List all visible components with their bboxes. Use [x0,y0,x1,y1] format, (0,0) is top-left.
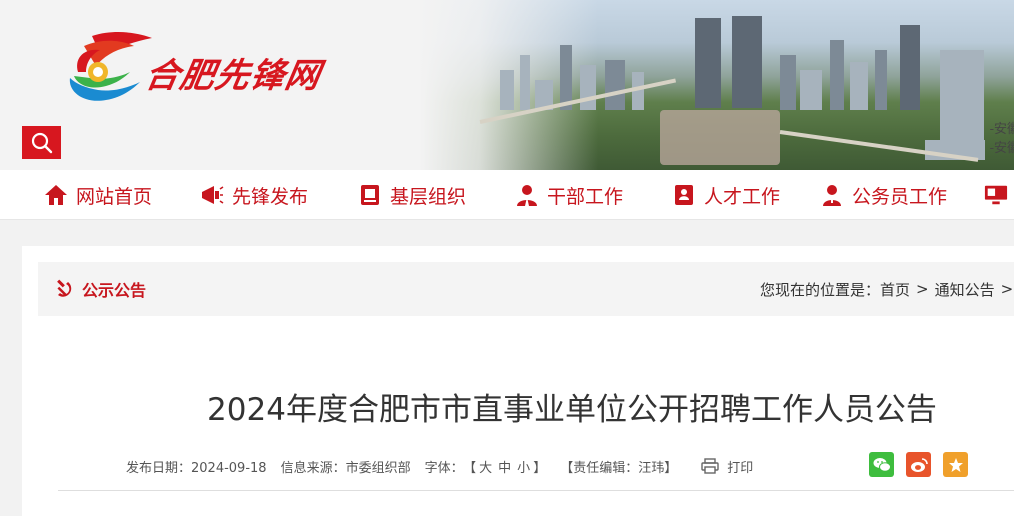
site-logo-text: 合肥先锋网 [141,56,324,96]
printer-icon [701,458,719,474]
print-label: 打印 [727,460,754,476]
breadcrumb-label: 您现在的位置是： [760,280,881,299]
nav-item-talent[interactable]: 人才工作 [672,170,780,220]
nav-item-cadre[interactable]: 干部工作 [515,170,623,220]
main-nav: 网站首页 先锋发布 基层组织 干部工作 人才工作 公务员工作 [0,170,1014,220]
font-size-medium-button[interactable]: 中 [498,461,511,476]
weibo-icon [910,457,928,472]
info-source-value: 市委组织部 [345,460,411,476]
breadcrumb-separator: > [916,280,929,298]
print-button[interactable]: 打印 [701,457,753,476]
site-header: -安徽 -安徽 合肥先锋网 [0,0,1014,170]
nav-label-grassroots: 基层组织 [390,185,467,208]
responsible-editor: 【责任编辑：汪玮】 [560,460,678,476]
monitor-icon [984,183,1008,207]
megaphone-icon [200,183,224,207]
font-bracket-open: 【 [469,460,477,476]
favorite-icon [948,457,963,472]
nav-item-pioneer-release[interactable]: 先锋发布 [200,170,308,220]
content-card: 公示公告 您现在的位置是： 首页 > 通知公告 > 2024年度合肥市市直事业单… [22,246,1014,516]
nav-item-home[interactable]: 网站首页 [44,170,152,220]
section-header-bar: 公示公告 您现在的位置是： 首页 > 通知公告 > [38,262,1014,316]
info-source: 信息来源：市委组织部 [281,457,411,476]
share-weibo-button[interactable] [906,452,931,477]
nav-label-talent: 人才工作 [704,185,781,208]
banner-caption-1: -安徽 [989,122,1014,137]
meta-divider [58,490,1014,491]
nav-item-grassroots[interactable]: 基层组织 [358,170,466,220]
search-icon [31,132,52,153]
party-book-icon [358,183,382,207]
publish-date: 发布日期：2024-09-18 [126,457,267,476]
civil-servant-icon [820,183,844,207]
section-title-label: 公示公告 [82,281,147,300]
nav-label-cadre: 干部工作 [547,185,624,208]
hammer-sickle-icon [57,279,72,297]
logo-icon [69,32,152,101]
font-size-large-button[interactable]: 大 [479,461,492,476]
article-meta: 发布日期：2024-09-18 信息来源：市委组织部 字体： 【大中小】 【责任编… [126,451,767,481]
city-skyline-banner: -安徽 -安徽 [420,0,1014,170]
wechat-icon [873,457,891,472]
breadcrumb-home-link[interactable]: 首页 [880,279,910,300]
share-wechat-button[interactable] [869,452,894,477]
nav-item-civil-servant[interactable]: 公务员工作 [820,170,947,220]
font-size-small-button[interactable]: 小 [517,461,530,476]
breadcrumb: 您现在的位置是： 首页 > 通知公告 > [760,262,1014,316]
font-bracket-close: 】 [533,460,547,476]
font-size-control: 字体： 【大中小】 [425,457,547,476]
nav-label-civil-servant: 公务员工作 [852,185,948,208]
cadre-icon [515,183,539,207]
talent-icon [672,183,696,207]
font-size-label: 字体： [424,460,464,476]
nav-label-home: 网站首页 [76,185,153,208]
share-favorite-button[interactable] [943,452,968,477]
article-title: 2024年度合肥市市直事业单位公开招聘工作人员公告 [207,392,937,428]
search-button[interactable] [22,126,61,159]
publish-date-value: 2024-09-18 [191,460,267,476]
info-source-label: 信息来源： [280,460,346,476]
breadcrumb-separator: > [1000,280,1014,298]
breadcrumb-notices-link[interactable]: 通知公告 [935,279,995,300]
banner-caption-2: -安徽 [989,141,1014,156]
section-title: 公示公告 [54,262,146,316]
home-icon [44,183,68,207]
publish-date-label: 发布日期： [126,460,192,476]
nav-label-pioneer-release: 先锋发布 [232,185,309,208]
nav-item-more[interactable] [984,170,1014,220]
